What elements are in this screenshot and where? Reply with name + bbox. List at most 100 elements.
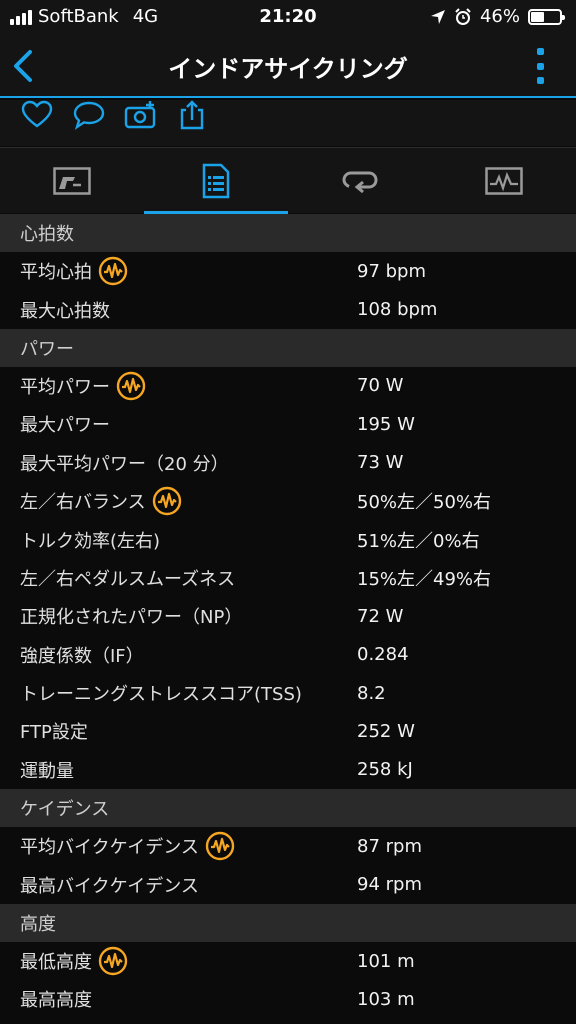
stat-label: 平均バイクケイデンス [20, 837, 199, 859]
stat-label-wrap: 最高高度 [20, 986, 92, 1012]
stat-value: 70 W [357, 375, 404, 397]
share-button[interactable] [176, 100, 210, 134]
stat-label-wrap: 最大パワー [20, 411, 110, 437]
stat-label-wrap: 最高バイクケイデンス [20, 872, 199, 898]
location-arrow-icon [430, 9, 445, 24]
stat-label-wrap: 最低高度 [20, 946, 128, 976]
add-photo-button[interactable] [124, 100, 158, 134]
stat-row: 平均心拍 97 bpm [0, 252, 576, 291]
stat-row: 正規化されたパワー（NP） 72 W [0, 597, 576, 636]
stat-row: 強度係数（IF） 0.284 [0, 635, 576, 674]
stat-label: FTP設定 [20, 722, 88, 744]
stat-row: 平均バイクケイデンス 87 rpm [0, 827, 576, 866]
stat-row: 運動量 258 kJ [0, 750, 576, 790]
stat-row: 最大心拍数 108 bpm [0, 290, 576, 329]
stat-label: 強度係数（IF） [20, 645, 144, 667]
stat-label: 左／右ペダルスムーズネス [20, 568, 236, 590]
stat-label: 左／右バランス [20, 492, 146, 514]
stat-label-wrap: トルク効率(左右) [20, 527, 160, 553]
like-button[interactable] [20, 100, 54, 134]
stat-value: 94 rpm [357, 874, 422, 896]
stat-value: 51%左／0%右 [357, 530, 480, 552]
stat-value: 108 bpm [357, 299, 438, 321]
stat-value: 15%左／49%右 [357, 568, 492, 590]
stat-label: 平均心拍 [20, 262, 92, 284]
stat-label: 最低高度 [20, 952, 92, 974]
personal-record-icon[interactable] [205, 831, 235, 861]
stat-label-wrap: 平均パワー [20, 371, 146, 401]
comment-button[interactable] [72, 100, 106, 134]
tab-stats[interactable] [144, 148, 288, 214]
charts-icon [485, 167, 523, 195]
stat-label: 運動量 [20, 760, 74, 782]
heart-icon [21, 100, 53, 128]
status-right: 46% [430, 6, 565, 27]
personal-record-icon[interactable] [116, 371, 146, 401]
stat-label: 最大パワー [20, 415, 110, 437]
stat-label: 正規化されたパワー（NP） [20, 607, 243, 629]
nav-header: インドアサイクリング [0, 34, 576, 98]
stat-value: 101 m [357, 950, 415, 972]
stat-label-wrap: トレーニングストレススコア(TSS) [20, 680, 302, 706]
section-header: ケイデンス [0, 789, 576, 828]
stat-value: 97 bpm [357, 260, 427, 282]
more-options-button[interactable] [534, 46, 546, 86]
battery-percent: 46% [479, 6, 520, 27]
stat-label: 最大心拍数 [20, 300, 110, 322]
stat-label: トルク効率(左右) [20, 530, 161, 552]
stat-label-wrap: 強度係数（IF） [20, 642, 144, 668]
stat-value: 72 W [357, 605, 404, 627]
section-header: 心拍数 [0, 214, 576, 252]
status-bar: SoftBank 4G 21:20 46% [0, 0, 576, 34]
page-title: インドアサイクリング [168, 55, 408, 83]
stat-row: 左／右ペダルスムーズネス 15%左／49%右 [0, 558, 576, 598]
stat-value: 252 W [357, 720, 415, 742]
comment-icon [73, 101, 105, 130]
stat-value: 8.2 [357, 682, 386, 704]
stat-value: 0.284 [357, 644, 409, 666]
stat-row: 最低高度 101 m [0, 941, 576, 981]
tab-bar [0, 147, 576, 214]
overview-icon [53, 167, 91, 195]
stats-list-icon [202, 163, 230, 199]
stat-value: 87 rpm [357, 835, 422, 857]
stat-label-wrap: 正規化されたパワー（NP） [20, 603, 242, 629]
alarm-icon [455, 7, 471, 25]
stat-row: 最大平均パワー（20 分） 73 W [0, 443, 576, 482]
battery-icon [528, 8, 565, 25]
stat-label: 最大平均パワー（20 分） [20, 453, 229, 475]
laps-icon [342, 171, 378, 194]
add-photo-icon [124, 101, 156, 129]
stat-value: 258 kJ [357, 759, 413, 781]
stat-label-wrap: FTP設定 [20, 718, 88, 744]
section-header: パワー [0, 328, 576, 367]
stat-row: FTP設定 252 W [0, 712, 576, 751]
stat-value: 195 W [357, 413, 415, 435]
stat-row: 最高バイクケイデンス 94 rpm [0, 865, 576, 904]
stat-row: 最高高度 103 m [0, 980, 576, 1019]
personal-record-icon[interactable] [152, 486, 182, 516]
tab-laps[interactable] [288, 148, 432, 214]
battery-level [531, 11, 544, 22]
stat-label: 最高高度 [20, 990, 92, 1012]
stat-label: トレーニングストレススコア(TSS) [20, 684, 302, 706]
stat-label-wrap: 最大心拍数 [20, 297, 110, 323]
action-row [0, 100, 576, 146]
personal-record-icon[interactable] [98, 256, 128, 286]
stat-row: トレーニングストレススコア(TSS) 8.2 [0, 673, 576, 713]
stat-label: 平均パワー [20, 376, 110, 398]
stat-label-wrap: 運動量 [20, 757, 74, 783]
stat-value: 73 W [357, 452, 404, 474]
personal-record-icon[interactable] [98, 946, 128, 976]
section-header: 高度 [0, 903, 576, 942]
stat-value: 103 m [357, 988, 415, 1010]
stat-row: 平均パワー 70 W [0, 366, 576, 406]
stat-value: 50%左／50%右 [357, 492, 492, 514]
stat-label: 最高バイクケイデンス [20, 875, 199, 897]
stat-row: 最大パワー 195 W [0, 405, 576, 444]
stat-label-wrap: 平均心拍 [20, 256, 128, 286]
tab-charts[interactable] [432, 148, 576, 214]
stat-row: トルク効率(左右) 51%左／0%右 [0, 520, 576, 559]
tab-overview[interactable] [0, 148, 144, 214]
stat-label-wrap: 左／右ペダルスムーズネス [20, 565, 235, 591]
